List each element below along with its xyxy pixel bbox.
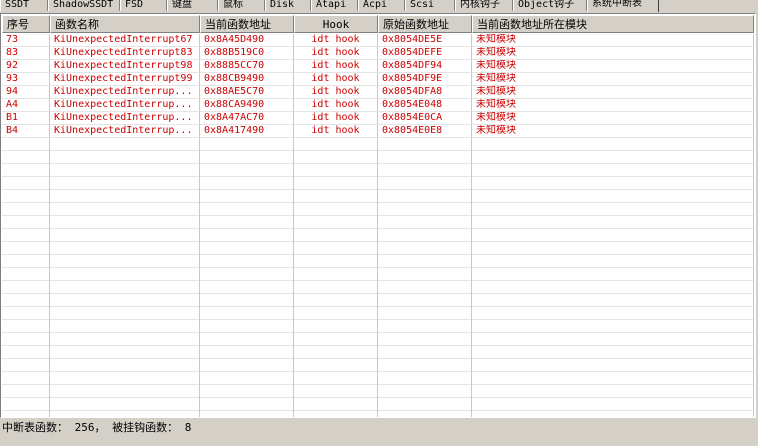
cell-current-address: 0x88CA9490 <box>200 99 294 112</box>
table-row[interactable]: 83 KiUnexpectedInterrupt83 0x88B519C0 idt h… <box>2 47 754 60</box>
idt-table-panel: 序号 函数名称 当前函数地址 Hook 原始函数地址 当前函数地址所在模块 73 KiUne… <box>0 13 756 418</box>
cell-hook: idt hook <box>294 47 378 60</box>
cell-module: 未知模块 <box>472 125 754 138</box>
header-col-index[interactable]: 序号 <box>2 15 50 33</box>
header-col-hook[interactable]: Hook <box>294 15 378 33</box>
header-col-module[interactable]: 当前函数地址所在模块 <box>472 15 754 33</box>
table-row[interactable]: 94 KiUnexpectedInterrup... 0x88AE5C70 idt h… <box>2 86 754 99</box>
cell-original-address: 0x8054E0E8 <box>378 125 472 138</box>
table-row[interactable]: 73 KiUnexpectedInterrupt67 0x8A45D490 idt h… <box>2 34 754 47</box>
status-text: 中断表函数： 256， 被挂钩函数： 8 <box>2 421 192 434</box>
cell-original-address: 0x8054E0CA <box>378 112 472 125</box>
cell-original-address: 0x8054DEFE <box>378 47 472 60</box>
cell-hook: idt hook <box>294 125 378 138</box>
cell-index: 93 <box>2 73 50 86</box>
tab-12[interactable]: 系统中断表 <box>587 0 659 12</box>
cell-current-address: 0x88B519C0 <box>200 47 294 60</box>
cell-current-address: 0x8A45D490 <box>200 34 294 47</box>
tab-3[interactable]: FSD <box>120 0 167 11</box>
cell-current-address: 0x8A47AC70 <box>200 112 294 125</box>
cell-hook: idt hook <box>294 86 378 99</box>
cell-hook: idt hook <box>294 73 378 86</box>
cell-hook: idt hook <box>294 60 378 73</box>
cell-index: 92 <box>2 60 50 73</box>
cell-module: 未知模块 <box>472 86 754 99</box>
cell-current-address: 0x88CB9490 <box>200 73 294 86</box>
cell-original-address: 0x8054E048 <box>378 99 472 112</box>
cell-module: 未知模块 <box>472 47 754 60</box>
cell-module: 未知模块 <box>472 60 754 73</box>
tab-1[interactable]: SSDT <box>0 0 48 11</box>
header-col-current-address[interactable]: 当前函数地址 <box>200 15 294 33</box>
table-row[interactable]: 92 KiUnexpectedInterrupt98 0x8885CC70 idt h… <box>2 60 754 73</box>
cell-original-address: 0x8054DFA8 <box>378 86 472 99</box>
tab-4[interactable]: 键盘 <box>167 0 218 11</box>
cell-index: A4 <box>2 99 50 112</box>
cell-function-name: KiUnexpectedInterrup... <box>50 86 200 99</box>
tab-6[interactable]: Disk <box>265 0 311 11</box>
cell-original-address: 0x8054DF9E <box>378 73 472 86</box>
table-row[interactable]: 93 KiUnexpectedInterrupt99 0x88CB9490 idt h… <box>2 73 754 86</box>
cell-function-name: KiUnexpectedInterrupt98 <box>50 60 200 73</box>
cell-original-address: 0x8054DE5E <box>378 34 472 47</box>
tab-10[interactable]: 内核钩子 <box>455 0 513 11</box>
tab-7[interactable]: Atapi <box>311 0 358 11</box>
cell-index: B4 <box>2 125 50 138</box>
table-row[interactable]: A4 KiUnexpectedInterrup... 0x88CA9490 idt h… <box>2 99 754 112</box>
cell-current-address: 0x8A417490 <box>200 125 294 138</box>
table-row[interactable]: B4 KiUnexpectedInterrup... 0x8A417490 idt h… <box>2 125 754 138</box>
cell-module: 未知模块 <box>472 99 754 112</box>
cell-index: B1 <box>2 112 50 125</box>
table-row[interactable]: B1 KiUnexpectedInterrup... 0x8A47AC70 idt h… <box>2 112 754 125</box>
tab-5[interactable]: 鼠标 <box>218 0 265 11</box>
cell-original-address: 0x8054DF94 <box>378 60 472 73</box>
cell-current-address: 0x8885CC70 <box>200 60 294 73</box>
cell-function-name: KiUnexpectedInterrup... <box>50 125 200 138</box>
cell-module: 未知模块 <box>472 34 754 47</box>
tab-11[interactable]: Object钩子 <box>513 0 587 11</box>
cell-function-name: KiUnexpectedInterrupt99 <box>50 73 200 86</box>
cell-function-name: KiUnexpectedInterrupt67 <box>50 34 200 47</box>
tab-2[interactable]: ShadowSSDT <box>48 0 120 11</box>
cell-index: 94 <box>2 86 50 99</box>
cell-current-address: 0x88AE5C70 <box>200 86 294 99</box>
cell-module: 未知模块 <box>472 112 754 125</box>
header-col-original-address[interactable]: 原始函数地址 <box>378 15 472 33</box>
cell-function-name: KiUnexpectedInterrupt83 <box>50 47 200 60</box>
cell-index: 73 <box>2 34 50 47</box>
table-header: 序号 函数名称 当前函数地址 Hook 原始函数地址 当前函数地址所在模块 <box>2 15 754 33</box>
cell-index: 83 <box>2 47 50 60</box>
cell-hook: idt hook <box>294 34 378 47</box>
header-col-function-name[interactable]: 函数名称 <box>50 15 200 33</box>
tab-bar: SSDT ShadowSSDT FSD 键盘 鼠标 Disk Atapi Acpi Scsi 内核… <box>0 0 758 13</box>
cell-function-name: KiUnexpectedInterrup... <box>50 99 200 112</box>
table-body: 73 KiUnexpectedInterrupt67 0x8A45D490 idt h… <box>2 34 754 138</box>
status-bar: 中断表函数： 256， 被挂钩函数： 8 <box>0 419 758 437</box>
tab-8[interactable]: Acpi <box>358 0 405 11</box>
cell-module: 未知模块 <box>472 73 754 86</box>
cell-function-name: KiUnexpectedInterrup... <box>50 112 200 125</box>
tab-9[interactable]: Scsi <box>405 0 455 11</box>
cell-hook: idt hook <box>294 112 378 125</box>
cell-hook: idt hook <box>294 99 378 112</box>
